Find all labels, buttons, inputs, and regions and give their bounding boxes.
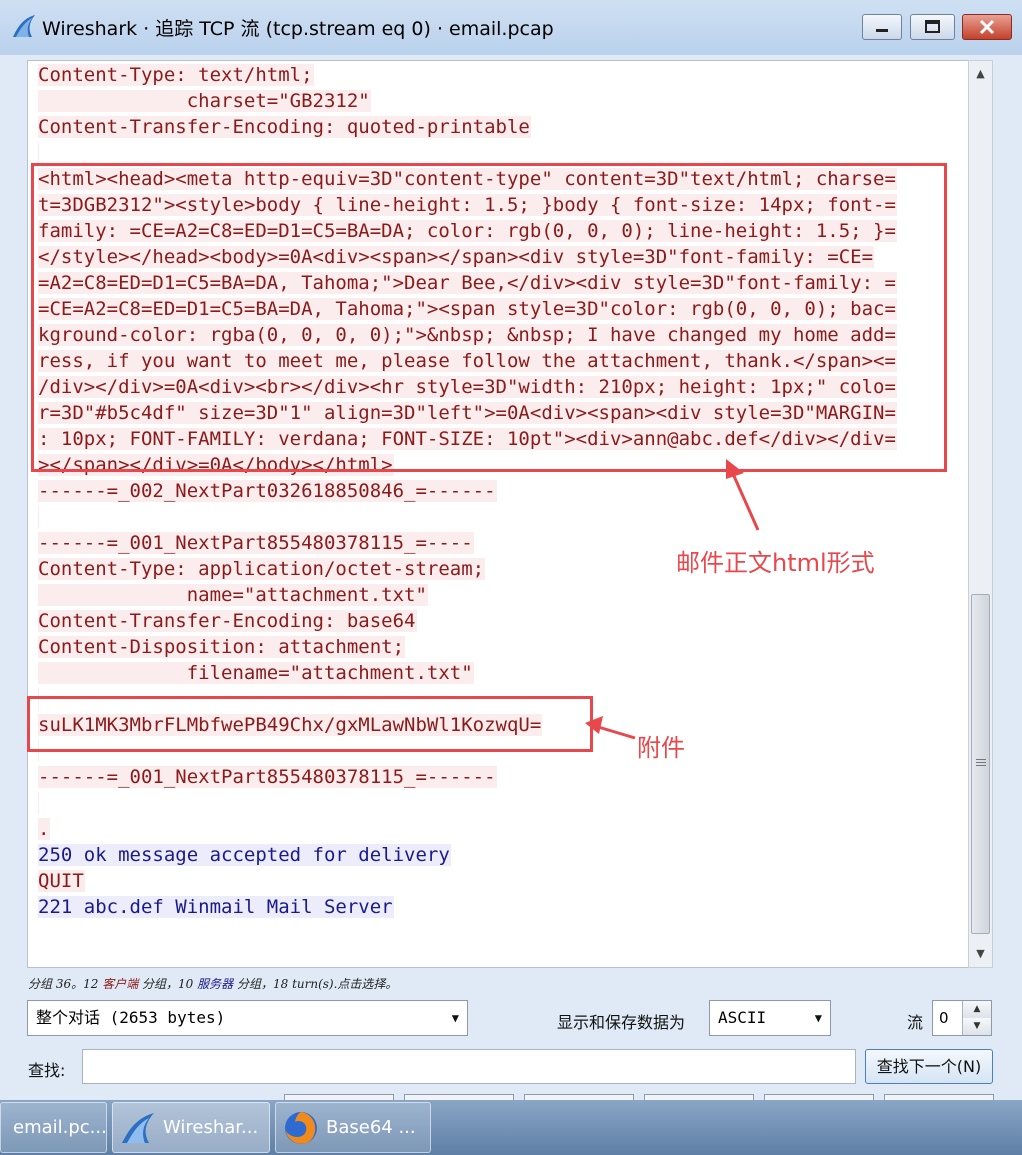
conversation-select-value: 整个对话 (2653 bytes) [36,1008,226,1027]
stream-line-server: 221 abc.def Winmail Mail Server [38,894,897,920]
scroll-down-arrow-icon[interactable]: ▼ [969,943,992,965]
firefox-icon [285,1112,317,1144]
stream-line-client: . [38,816,897,842]
minimize-button[interactable] [862,14,902,40]
stream-line-text: 221 abc.def Winmail Mail Server [38,896,394,918]
window-title: Wireshark · 追踪 TCP 流 (tcp.stream eq 0) ·… [42,18,554,40]
stream-line-server: 250 ok message accepted for delivery [38,842,897,868]
status-line: 分组 36。12 客户端 分组，10 服务器 分组，18 turn(s).点击选… [28,975,397,992]
find-next-button[interactable]: 查找下一个(N) [865,1049,993,1084]
attachment-highlight-box [27,696,593,752]
stream-line-text [38,506,39,528]
stream-line-text: name="attachment.txt" [38,584,428,606]
maximize-icon [925,20,940,33]
stream-number-value: 0 [939,1009,949,1027]
find-label: 查找: [28,1061,66,1080]
stream-line-text: ------=_002_NextPart032618850846_=------ [38,480,497,502]
maximize-button[interactable] [910,14,955,40]
status-server: 服务器 [197,977,234,991]
stream-line-client: Content-Transfer-Encoding: quoted-printa… [38,114,897,140]
stream-line-text [38,792,39,814]
stream-line-text: Content-Type: application/octet-stream; [38,558,486,580]
find-input[interactable] [82,1049,856,1084]
stream-line-client: Content-Disposition: attachment; [38,634,897,660]
show-as-label: 显示和保存数据为 [557,1013,686,1032]
wireshark-fin-icon [122,1113,154,1143]
status-client: 客户端 [102,977,139,991]
stream-line-text: ------=_001_NextPart855480378115_=---- [38,532,474,554]
close-button[interactable] [962,14,1012,40]
close-icon [979,19,995,35]
stream-line-client [38,790,897,816]
stream-number-spinbox[interactable]: 0 ▲ ▼ [932,1000,992,1036]
title-bar[interactable]: Wireshark · 追踪 TCP 流 (tcp.stream eq 0) ·… [0,0,1022,55]
conversation-select[interactable]: 整个对话 (2653 bytes) ▼ [27,1000,468,1036]
stream-line-client: charset="GB2312" [38,88,897,114]
annotation-arrow-left-icon [585,716,636,740]
wireshark-fin-icon [13,15,35,37]
chevron-down-icon: ▼ [451,1011,459,1025]
taskbar-item-label: Base64 ... [326,1117,416,1138]
grip-icon [976,759,986,760]
stream-line-client: QUIT [38,868,897,894]
attachment-annotation-label: 附件 [637,734,685,762]
stream-line-text [38,142,39,164]
annotation-arrow-up-icon [726,459,760,531]
stream-line-text: QUIT [38,870,85,892]
status-prefix: 分组 36。12 [28,977,99,991]
stream-line-text: Content-Transfer-Encoding: quoted-printa… [38,116,531,138]
stream-line-client: Content-Type: text/html; [38,62,897,88]
taskbar: email.pc... Wireshar... Base64 ... [0,1100,1022,1155]
stream-line-client: name="attachment.txt" [38,582,897,608]
vertical-scrollbar[interactable]: ▲ ▼ [968,60,993,968]
show-as-select[interactable]: ASCII ▼ [709,1000,831,1036]
taskbar-item-base64[interactable]: Base64 ... [275,1102,431,1153]
stream-line-client: ------=_001_NextPart855480378115_=------ [38,764,897,790]
chevron-down-icon: ▼ [814,1011,822,1025]
stream-line-client: Content-Transfer-Encoding: base64 [38,608,897,634]
taskbar-item-label: email.pc... [13,1117,107,1138]
spin-up-arrow-icon[interactable]: ▲ [962,1001,991,1019]
stream-line-text: filename="attachment.txt" [38,662,474,684]
minimize-icon [876,29,888,32]
stream-line-client: filename="attachment.txt" [38,660,897,686]
spin-down-arrow-icon[interactable]: ▼ [962,1018,991,1035]
taskbar-item-email-pcap[interactable]: email.pc... [0,1102,107,1153]
scroll-up-arrow-icon[interactable]: ▲ [969,63,992,85]
status-suffix: 分组，18 turn(s).点击选择。 [236,977,398,991]
stream-line-text: 250 ok message accepted for delivery [38,844,451,866]
stream-label: 流 [907,1013,924,1032]
stream-line-text: ------=_001_NextPart855480378115_=------ [38,766,497,788]
stream-line-text: Content-Transfer-Encoding: base64 [38,610,417,632]
stream-line-text: Content-Disposition: attachment; [38,636,406,658]
html-annotation-label: 邮件正文html形式 [676,549,875,577]
show-as-select-value: ASCII [718,1008,767,1027]
taskbar-item-wireshark[interactable]: Wireshar... [112,1102,270,1153]
stream-line-text: charset="GB2312" [38,90,371,112]
taskbar-item-label: Wireshar... [163,1117,259,1138]
status-mid: 分组，10 [142,977,194,991]
scrollbar-thumb[interactable] [971,594,990,934]
stream-line-text: . [38,818,51,840]
html-body-highlight-box [31,163,947,472]
stream-line-text: Content-Type: text/html; [38,64,314,86]
wireshark-window: Wireshark · 追踪 TCP 流 (tcp.stream eq 0) ·… [0,0,1022,1104]
